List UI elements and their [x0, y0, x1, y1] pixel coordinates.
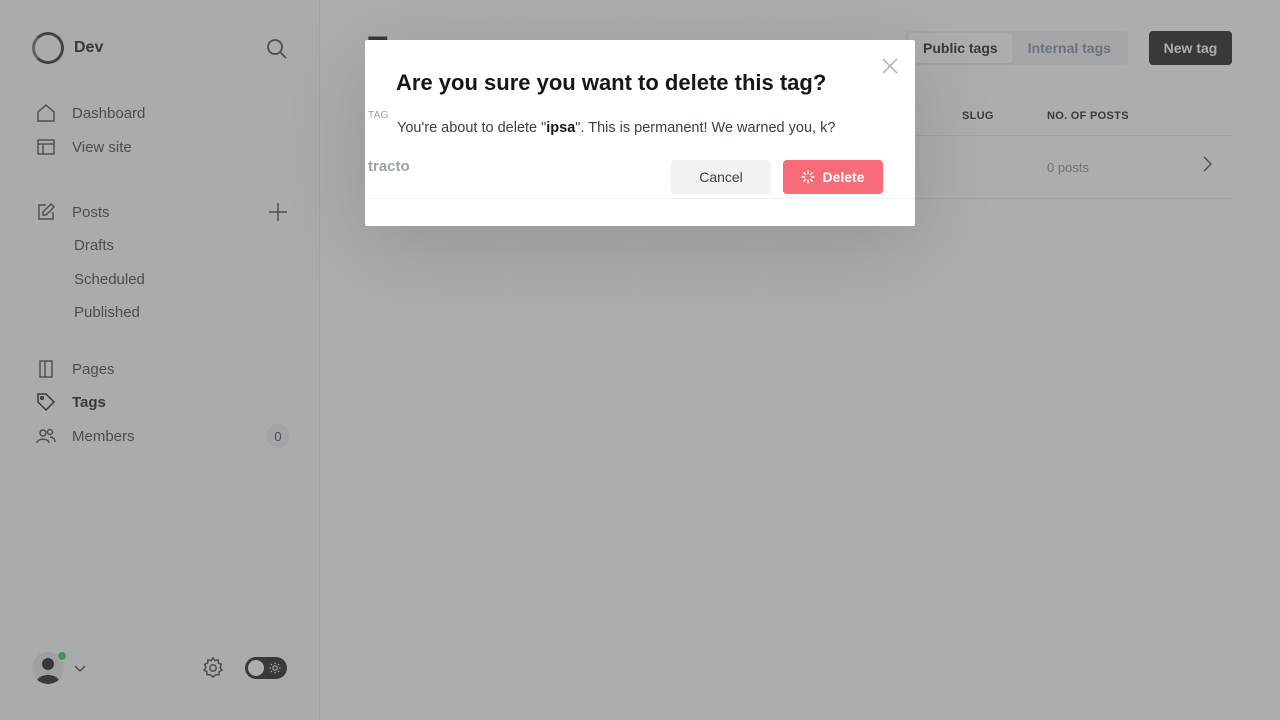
- modal-message-suffix: ". This is permanent! We warned you, k?: [575, 120, 836, 136]
- modal-tag-name: ipsa: [546, 120, 576, 136]
- modal-title: Are you sure you want to delete this tag…: [396, 70, 827, 95]
- spinner-icon: [801, 170, 816, 184]
- delete-button-label: Delete: [822, 169, 865, 185]
- ghost-column-header-tag: TAG: [368, 110, 389, 121]
- modal-message-prefix: You're about to delete ": [397, 120, 547, 136]
- close-icon[interactable]: [880, 56, 900, 76]
- delete-button[interactable]: Delete: [783, 160, 883, 194]
- ghost-tag-name: tracto: [368, 158, 410, 175]
- modal-divider: [365, 198, 915, 199]
- delete-tag-modal: TAG tracto Are you sure you want to dele…: [365, 40, 915, 226]
- modal-message: You're about to delete "ipsa". This is p…: [397, 120, 835, 136]
- cancel-button[interactable]: Cancel: [671, 160, 771, 194]
